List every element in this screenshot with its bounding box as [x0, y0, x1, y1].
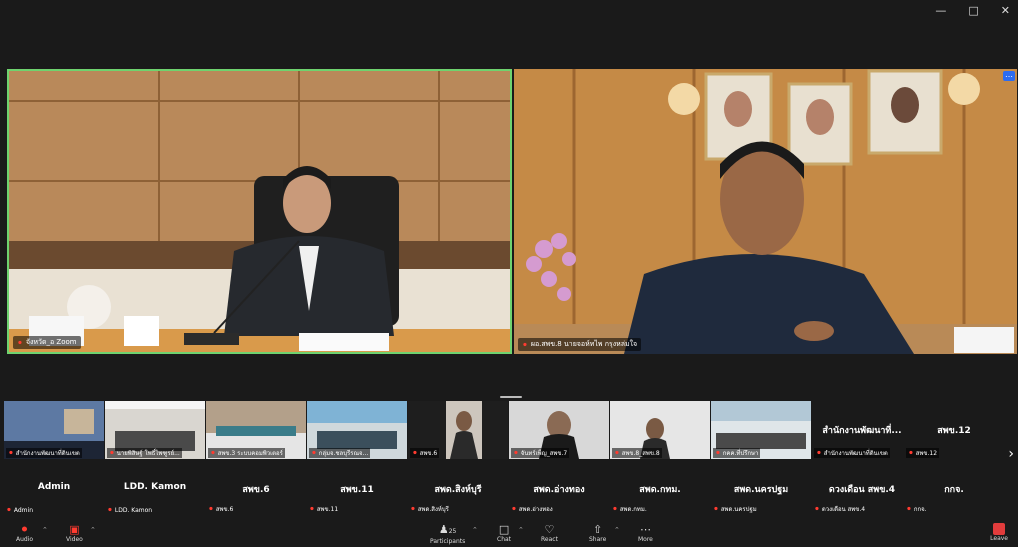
- chat-bubble-icon: □: [498, 523, 510, 536]
- window-controls: — □ ✕: [935, 4, 1010, 17]
- video-button[interactable]: ▣ Video: [66, 523, 83, 543]
- video-active-speaker[interactable]: ⚫ จังหวัด_อ Zoom: [7, 69, 512, 354]
- mic-muted-icon: ⚫: [513, 449, 519, 457]
- mic-muted-icon: ⚫: [311, 449, 317, 457]
- mic-muted-icon: ⚫: [17, 338, 23, 347]
- more-dots-icon: ⋯: [639, 523, 651, 536]
- more-button[interactable]: ⋯ More: [638, 523, 653, 543]
- video-options-chevron-icon[interactable]: ⌃: [90, 526, 96, 534]
- react-button[interactable]: ♡ React: [541, 523, 558, 543]
- participant-tile-no-video[interactable]: สำนักงานพัฒนาที่... ⚫ สำนักงานพัฒนาที่ดิ…: [812, 401, 912, 459]
- participant-tile-no-video[interactable]: กกจ. ⚫ กกจ.: [904, 470, 1004, 520]
- participant-tile[interactable]: ⚫ สพข.3 ระบบคอมพิวเตอร์: [206, 401, 306, 459]
- mic-muted-icon: ⚫: [522, 340, 528, 349]
- mic-muted-icon: ⚫: [908, 449, 914, 457]
- mic-muted-icon: ⚫: [713, 505, 719, 513]
- heart-icon: ♡: [544, 523, 555, 536]
- participant-tile[interactable]: ⚫ สพข.8_สพข.8: [610, 401, 710, 459]
- chat-options-chevron-icon[interactable]: ⌃: [518, 526, 524, 534]
- mic-muted-icon: ⚫: [210, 449, 216, 457]
- gallery-row-names: Admin ⚫ Admin LDD. Kamon ⚫ LDD. Kamon สพข.6 ⚫…: [4, 470, 1004, 520]
- participant-tile[interactable]: ⚫ สพข.6: [408, 401, 508, 459]
- mic-muted-icon: ⚫: [612, 505, 618, 513]
- mic-muted-icon: ⚫: [410, 505, 416, 513]
- mic-muted-icon: ⚫: [8, 449, 14, 457]
- participant-tile[interactable]: ⚫ สำนักงานพัฒนาที่ดินเขต: [4, 401, 104, 459]
- mic-muted-icon: ⚫: [309, 505, 315, 513]
- audio-button[interactable]: ⚫ Audio: [16, 523, 33, 543]
- maximize-icon[interactable]: □: [968, 4, 978, 17]
- mic-muted-icon: ⚫: [6, 506, 12, 514]
- participant-tile-no-video[interactable]: สพข.6 ⚫ สพข.6: [206, 470, 306, 520]
- people-icon: ♟25: [438, 523, 457, 536]
- participant-name-label: ⚫ ผอ.สพข.8 นายจอห์ทไพ กรุงหล่มใจ: [518, 338, 642, 351]
- participants-button[interactable]: ♟25 Participants: [430, 523, 465, 545]
- leave-icon: [993, 523, 1006, 535]
- participant-tile-no-video[interactable]: LDD. Kamon ⚫ LDD. Kamon: [105, 470, 205, 520]
- participant-tile-no-video[interactable]: สพข.12 ⚫ สพข.12: [904, 401, 1004, 459]
- video-feed: [514, 69, 1017, 354]
- participant-tile-no-video[interactable]: สพด.กทม. ⚫ สพด.กทม.: [610, 470, 710, 520]
- video-participant-main[interactable]: … ⚫ ผอ.สพข.8 นายจอห์ทไพ กรุงหล่มใจ: [514, 69, 1017, 354]
- mic-muted-icon: ⚫: [906, 505, 912, 513]
- mic-muted-icon: ⚫: [107, 506, 113, 514]
- participant-tile-no-video[interactable]: สพข.11 ⚫ สพข.11: [307, 470, 407, 520]
- participant-tile[interactable]: ⚫ กลุ่มจ.ชลบุรีรณจ...: [307, 401, 407, 459]
- participant-tile[interactable]: ⚫ กคค.ที่ปรึกษา: [711, 401, 811, 459]
- mic-muted-icon: ⚫: [511, 505, 517, 513]
- mic-muted-icon: ⚫: [109, 449, 115, 457]
- participant-tile-no-video[interactable]: สพด.นครปฐม ⚫ สพด.นครปฐม: [711, 470, 811, 520]
- audio-options-chevron-icon[interactable]: ⌃: [42, 526, 48, 534]
- participant-tile[interactable]: ⚫ นายพิสิษฐ์ โพธิ์ไพฑูรย์...: [105, 401, 205, 459]
- close-icon[interactable]: ✕: [1001, 4, 1010, 17]
- share-screen-icon: ⇧: [593, 523, 603, 536]
- participant-tile[interactable]: ⚫ จันทร์เพ็ญ_สพข.7: [509, 401, 609, 459]
- mic-muted-icon: ⚫: [814, 505, 820, 513]
- mic-muted-icon: ⚫: [816, 449, 822, 457]
- participant-tile-no-video[interactable]: ดวงเดือน สพข.4 ⚫ ดวงเดือน สพข.4: [812, 470, 912, 520]
- share-button[interactable]: ⇧ Share: [589, 523, 606, 543]
- gallery-resize-handle[interactable]: [500, 396, 522, 398]
- gallery-strip: ⚫ สำนักงานพัฒนาที่ดินเขต ⚫ นายพิสิษฐ์ โพ…: [4, 401, 1004, 459]
- more-options-icon[interactable]: …: [1003, 71, 1015, 81]
- next-page-chevron-icon[interactable]: ›: [1008, 446, 1014, 462]
- microphone-muted-icon: ⚫: [19, 523, 30, 536]
- minimize-icon[interactable]: —: [935, 4, 946, 17]
- mic-muted-icon: ⚫: [208, 505, 214, 513]
- mic-muted-icon: ⚫: [715, 449, 721, 457]
- participant-tile-no-video[interactable]: สพด.สิงห์บุรี ⚫ สพด.สิงห์บุรี: [408, 470, 508, 520]
- mic-muted-icon: ⚫: [412, 449, 418, 457]
- meeting-toolbar: ⚫ Audio ⌃ ▣ Video ⌃ ♟25 Participants ⌃ □…: [0, 520, 1018, 547]
- participants-options-chevron-icon[interactable]: ⌃: [472, 526, 478, 534]
- participant-name-label: ⚫ จังหวัด_อ Zoom: [13, 336, 81, 349]
- video-camera-off-icon: ▣: [69, 523, 80, 536]
- share-options-chevron-icon[interactable]: ⌃: [614, 526, 620, 534]
- leave-button[interactable]: Leave: [990, 523, 1008, 542]
- participant-tile-no-video[interactable]: สพด.อ่างทอง ⚫ สพด.อ่างทอง: [509, 470, 609, 520]
- chat-button[interactable]: □ Chat: [497, 523, 511, 543]
- video-feed: [9, 71, 510, 352]
- participant-tile-no-video[interactable]: Admin ⚫ Admin: [4, 470, 104, 520]
- mic-muted-icon: ⚫: [614, 449, 620, 457]
